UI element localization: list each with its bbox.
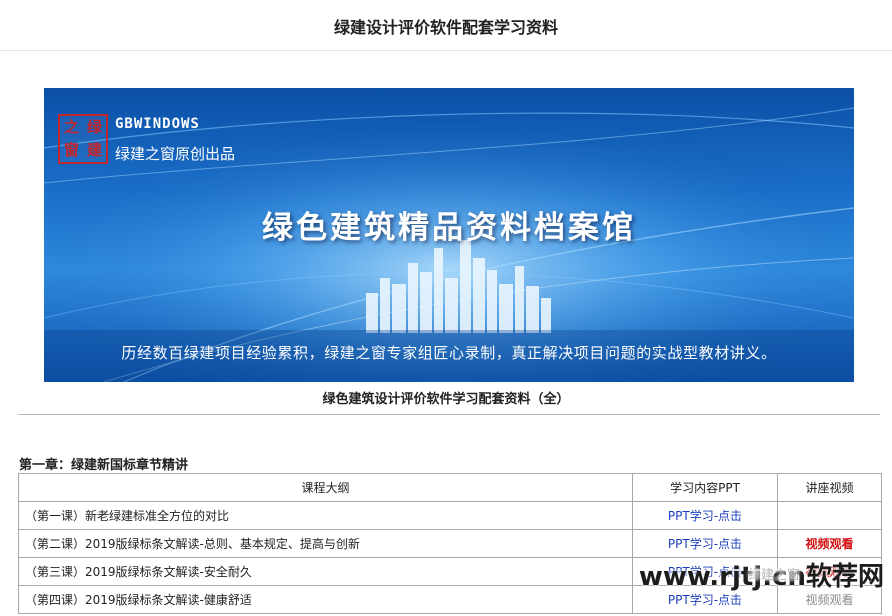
page-title: 绿建设计评价软件配套学习资料 xyxy=(333,18,558,37)
chapter-heading: 第一章：绿建新国标章节精讲 xyxy=(19,458,189,473)
section-divider xyxy=(18,414,880,415)
banner-image: 之 绿 窗 建 GBWINDOWS 绿建之窗原创出品 绿色建筑精品资料档案馆 历… xyxy=(44,88,854,382)
video-link[interactable]: 视频观看 xyxy=(805,537,853,551)
table-row: （第二课）2019版绿标条文解读-总则、基本规定、提高与创新 PPT学习-点击 … xyxy=(18,529,882,558)
seal-char: 之 xyxy=(63,118,79,136)
table-row: （第三课）2019版绿标条文解读-安全耐久 PPT学习-点击 视频观看 xyxy=(18,557,882,586)
seal-char: 绿 xyxy=(86,118,102,136)
collection-title: 绿色建筑设计评价软件学习配套资料（全） xyxy=(322,392,570,407)
header-divider xyxy=(0,50,892,51)
video-link[interactable]: 视频观看 xyxy=(805,593,853,607)
ppt-link[interactable]: PPT学习-点击 xyxy=(632,585,778,614)
table-header-row: 课程大纲 学习内容PPT 讲座视频 xyxy=(18,473,882,502)
ppt-link[interactable]: PPT学习-点击 xyxy=(632,557,778,586)
course-outline-cell: （第二课）2019版绿标条文解读-总则、基本规定、提高与创新 xyxy=(18,529,633,558)
course-outline-cell: （第一课）新老绿建标准全方位的对比 xyxy=(18,501,633,530)
video-cell xyxy=(777,501,882,530)
brand-name: GBWINDOWS xyxy=(115,116,200,132)
column-header-ppt: 学习内容PPT xyxy=(632,473,778,502)
column-header-outline: 课程大纲 xyxy=(18,473,633,502)
ppt-link[interactable]: PPT学习-点击 xyxy=(632,529,778,558)
banner-headline: 绿色建筑精品资料档案馆 xyxy=(262,210,636,246)
brand-tagline: 绿建之窗原创出品 xyxy=(115,145,236,163)
table-row: （第一课）新老绿建标准全方位的对比 PPT学习-点击 xyxy=(18,501,882,530)
table-row: （第四课）2019版绿标条文解读-健康舒适 PPT学习-点击 视频观看 xyxy=(18,585,882,614)
course-outline-cell: （第四课）2019版绿标条文解读-健康舒适 xyxy=(18,585,633,614)
seal-char: 窗 xyxy=(63,141,79,159)
ppt-link[interactable]: PPT学习-点击 xyxy=(632,501,778,530)
video-link[interactable]: 视频观看 xyxy=(805,565,853,579)
brand-seal-logo: 之 绿 窗 建 xyxy=(58,114,108,164)
banner-slogan: 历经数百绿建项目经验累积，绿建之窗专家组匠心录制，真正解决项目问题的实战型教材讲… xyxy=(121,344,777,362)
course-outline-cell: （第三课）2019版绿标条文解读-安全耐久 xyxy=(18,557,633,586)
column-header-video: 讲座视频 xyxy=(777,473,882,502)
seal-char: 建 xyxy=(86,141,102,159)
course-table: 课程大纲 学习内容PPT 讲座视频 （第一课）新老绿建标准全方位的对比 PPT学… xyxy=(18,473,882,614)
